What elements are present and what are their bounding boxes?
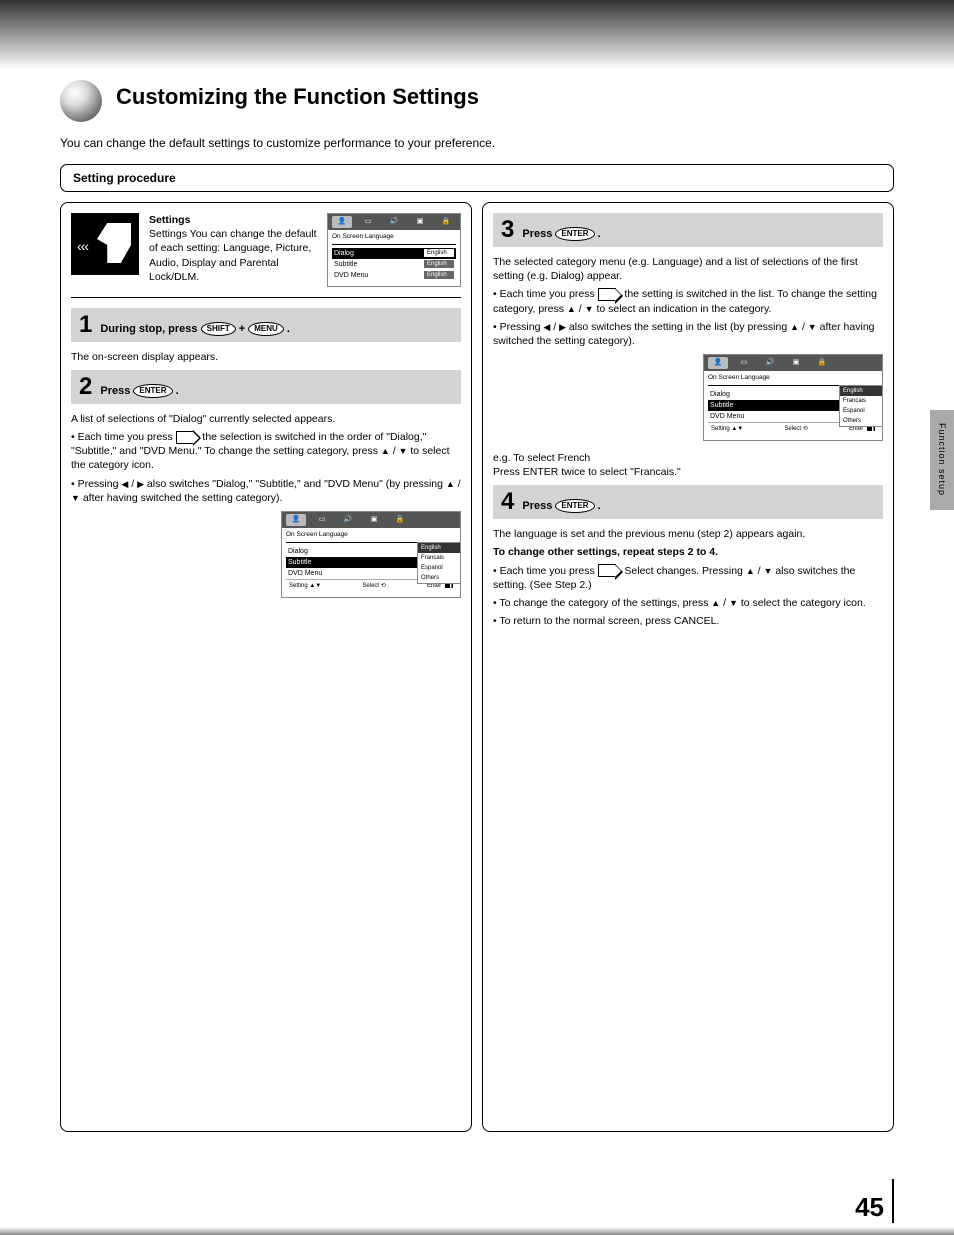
tab-language-icon: 👤 bbox=[286, 514, 306, 526]
osd-row-subtitle: Subtitle English bbox=[332, 259, 456, 270]
up-arrow-icon[interactable]: ▲ bbox=[711, 598, 720, 608]
tab-audio-icon: 🔊 bbox=[338, 514, 358, 526]
step-4-number: 4 bbox=[501, 490, 514, 514]
step-3-text: Press ENTER . bbox=[522, 227, 600, 241]
step-1-number: 1 bbox=[79, 313, 92, 337]
down-arrow-icon[interactable]: ▼ bbox=[399, 446, 408, 456]
enter-button[interactable]: ENTER bbox=[555, 227, 594, 241]
step-1-text: During stop, press SHIFT + MENU . bbox=[100, 322, 290, 336]
down-arrow-icon[interactable]: ▼ bbox=[71, 493, 80, 503]
settings-desc: Settings You can change the default of e… bbox=[149, 228, 317, 283]
step-4-bullet-a: • Each time you press , Select changes. … bbox=[493, 564, 883, 592]
osd-preview-3: 👤 ▭ 🔊 ▣ 🔒 On Screen Language Dialog Subt… bbox=[703, 354, 883, 441]
page-number: 45 bbox=[855, 1192, 884, 1223]
step-4-bullet-b: • To change the category of the settings… bbox=[493, 596, 883, 610]
tab-lock-icon: 🔒 bbox=[390, 514, 410, 526]
up-arrow-icon[interactable]: ▲ bbox=[790, 322, 799, 332]
step-3-bullet-b: • Pressing ◀ / ▶ also switches the setti… bbox=[493, 320, 883, 348]
settings-intro: ‹‹‹ Settings Settings You can change the… bbox=[71, 213, 461, 298]
select-button-icon[interactable] bbox=[598, 564, 616, 577]
down-arrow-icon[interactable]: ▼ bbox=[764, 566, 773, 576]
settings-intro-text: Settings Settings You can change the def… bbox=[149, 213, 317, 287]
step-2-bullet-a: • Each time you press , the selection is… bbox=[71, 430, 461, 473]
up-arrow-icon[interactable]: ▲ bbox=[381, 446, 390, 456]
step-4-text: Press ENTER . bbox=[522, 499, 600, 513]
up-arrow-icon[interactable]: ▲ bbox=[446, 479, 455, 489]
tab-display-icon: ▣ bbox=[786, 357, 806, 369]
step-1-desc: The on-screen display appears. bbox=[71, 350, 461, 364]
select-button-icon[interactable] bbox=[176, 431, 194, 444]
left-arrow-icon[interactable]: ◀ bbox=[543, 322, 550, 332]
page-divider bbox=[892, 1179, 894, 1223]
enter-button[interactable]: ENTER bbox=[555, 499, 594, 513]
menu-button[interactable]: MENU bbox=[248, 322, 284, 336]
osd-preview-2: 👤 ▭ 🔊 ▣ 🔒 On Screen Language Dialog Subt… bbox=[281, 511, 461, 598]
osd-row-dialog: Dialog English bbox=[332, 248, 456, 259]
tab-picture-icon: ▭ bbox=[734, 357, 754, 369]
tab-picture-icon: ▭ bbox=[358, 216, 378, 228]
step-3-bullet-a: • Each time you press , the setting is s… bbox=[493, 287, 883, 315]
tab-language-icon: 👤 bbox=[332, 216, 352, 228]
tab-audio-icon: 🔊 bbox=[384, 216, 404, 228]
right-arrow-icon[interactable]: ▶ bbox=[559, 322, 566, 332]
footer: 45 bbox=[60, 1179, 894, 1223]
left-arrow-icon[interactable]: ◀ bbox=[121, 479, 128, 489]
step-2: 2 Press ENTER . bbox=[71, 370, 461, 404]
header-gradient bbox=[0, 0, 954, 70]
down-arrow-icon[interactable]: ▼ bbox=[729, 598, 738, 608]
tab-lock-icon: 🔒 bbox=[812, 357, 832, 369]
footer-gradient bbox=[0, 1227, 954, 1235]
down-arrow-icon[interactable]: ▼ bbox=[585, 304, 594, 314]
osd-tabs: 👤 ▭ 🔊 ▣ 🔒 bbox=[328, 214, 460, 230]
down-arrow-icon[interactable]: ▼ bbox=[808, 322, 817, 332]
osd-options-list: English Francais Espanol Others bbox=[839, 385, 883, 427]
enter-button[interactable]: ENTER bbox=[133, 384, 172, 398]
step-3-desc: The selected category menu (e.g. Languag… bbox=[493, 255, 883, 283]
right-column: 3 Press ENTER . The selected category me… bbox=[482, 202, 894, 1132]
title-row: Customizing the Function Settings bbox=[0, 70, 954, 122]
step-4: 4 Press ENTER . bbox=[493, 485, 883, 519]
step-3: 3 Press ENTER . bbox=[493, 213, 883, 247]
up-arrow-icon[interactable]: ▲ bbox=[567, 304, 576, 314]
step-2-bullet-b: • Pressing ◀ / ▶ also switches "Dialog,"… bbox=[71, 477, 461, 505]
right-arrow-icon[interactable]: ▶ bbox=[137, 479, 144, 489]
osd-section-label: On Screen Language bbox=[332, 233, 456, 243]
tab-language-icon: 👤 bbox=[708, 357, 728, 369]
left-column: ‹‹‹ Settings Settings You can change the… bbox=[60, 202, 472, 1132]
tab-audio-icon: 🔊 bbox=[760, 357, 780, 369]
step-2-desc: A list of selections of "Dialog" current… bbox=[71, 412, 461, 426]
step-2-text: Press ENTER . bbox=[100, 384, 178, 398]
step-2-number: 2 bbox=[79, 375, 92, 399]
side-tab: Function setup bbox=[930, 410, 954, 510]
section-heading: Setting procedure bbox=[60, 164, 894, 192]
step-4-bullet-c: • To return to the normal screen, press … bbox=[493, 614, 883, 628]
up-arrow-icon[interactable]: ▲ bbox=[746, 566, 755, 576]
settings-label: Settings bbox=[149, 214, 190, 226]
select-button-icon[interactable] bbox=[598, 288, 616, 301]
tab-display-icon: ▣ bbox=[410, 216, 430, 228]
step-4-desc1: The language is set and the previous men… bbox=[493, 527, 883, 541]
shift-button[interactable]: SHIFT bbox=[201, 322, 236, 336]
tab-display-icon: ▣ bbox=[364, 514, 384, 526]
osd-preview-1: 👤 ▭ 🔊 ▣ 🔒 On Screen Language Dialog Engl… bbox=[327, 213, 461, 287]
step-3-number: 3 bbox=[501, 218, 514, 242]
page-title: Customizing the Function Settings bbox=[116, 80, 479, 110]
speaking-head-icon: ‹‹‹ bbox=[71, 213, 139, 275]
tab-lock-icon: 🔒 bbox=[436, 216, 456, 228]
step-1: 1 During stop, press SHIFT + MENU . bbox=[71, 308, 461, 342]
tab-picture-icon: ▭ bbox=[312, 514, 332, 526]
step-3-example: e.g. To select French Press ENTER twice … bbox=[493, 451, 883, 479]
sphere-icon bbox=[60, 80, 102, 122]
step-4-desc2: To change other settings, repeat steps 2… bbox=[493, 545, 883, 559]
osd-options-list: English Francais Espanol Others bbox=[417, 542, 461, 584]
lead-text: You can change the default settings to c… bbox=[0, 122, 954, 158]
osd-row-dvdmenu: DVD Menu English bbox=[332, 270, 456, 281]
